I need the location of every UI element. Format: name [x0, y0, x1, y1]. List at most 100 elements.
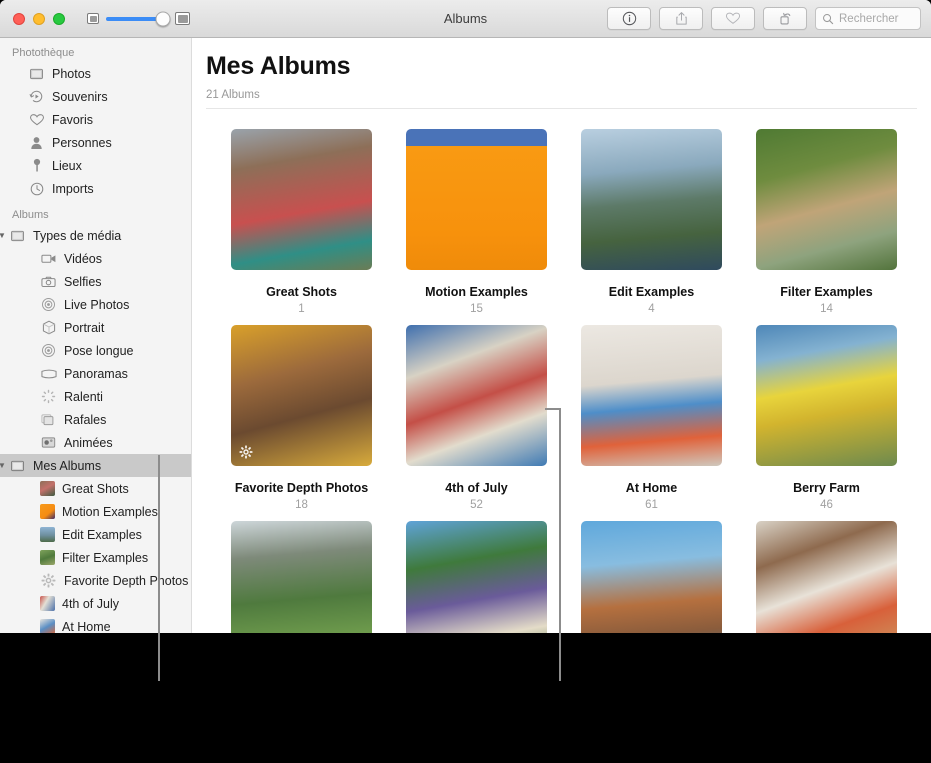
album-cell[interactable]	[739, 521, 914, 633]
sidebar-item-lieux[interactable]: Lieux	[0, 154, 191, 177]
sidebar-item-at-home[interactable]: At Home	[0, 615, 191, 633]
album-thumbnail[interactable]	[406, 521, 547, 633]
album-thumbnail	[40, 550, 55, 565]
rotate-button[interactable]	[763, 7, 807, 30]
small-thumbnail-icon[interactable]	[87, 13, 99, 24]
sidebar-item-edit-examples[interactable]: Edit Examples	[0, 523, 191, 546]
chevron-down-icon[interactable]: ▼	[0, 461, 7, 470]
callout-leader-grid-vertical	[559, 408, 561, 681]
sidebar-item-animees[interactable]: Animées	[0, 431, 191, 454]
person-icon	[28, 136, 45, 150]
sidebar-item-live-photos[interactable]: Live Photos	[0, 293, 191, 316]
photos-app-window: Albums Rechercher Photothèque Photos Sou…	[0, 0, 931, 633]
close-button[interactable]	[13, 12, 25, 25]
info-button[interactable]	[607, 7, 651, 30]
album-thumbnail[interactable]	[581, 325, 722, 466]
gear-icon	[40, 573, 57, 588]
slider-knob[interactable]	[155, 11, 171, 26]
album-cell[interactable]	[564, 521, 739, 633]
sidebar-item-motion-examples[interactable]: Motion Examples	[0, 500, 191, 523]
album-cell[interactable]: 4th of July 52	[389, 325, 564, 511]
album-count: 21 Albums	[206, 89, 260, 101]
sidebar-item-personnes[interactable]: Personnes	[0, 131, 191, 154]
album-thumbnail[interactable]	[581, 129, 722, 270]
album-thumbnail[interactable]	[406, 325, 547, 466]
sidebar-item-portrait[interactable]: Portrait	[0, 316, 191, 339]
album-item-count: 18	[295, 499, 308, 511]
toolbar-buttons: Rechercher	[607, 7, 921, 30]
album-cell[interactable]: At Home 61	[564, 325, 739, 511]
album-thumbnail[interactable]	[756, 325, 897, 466]
folder-icon	[9, 229, 26, 242]
share-button[interactable]	[659, 7, 703, 30]
chevron-down-icon[interactable]: ▼	[0, 231, 7, 240]
sidebar-item-souvenirs[interactable]: Souvenirs	[0, 85, 191, 108]
album-cell[interactable]: Filter Examples 14	[739, 129, 914, 315]
album-thumbnail[interactable]	[231, 129, 372, 270]
album-thumbnail[interactable]	[406, 129, 547, 270]
sidebar-item-types-de-media[interactable]: ▼ Types de média	[0, 224, 191, 247]
sidebar-item-mes-albums[interactable]: ▼ Mes Albums	[0, 454, 191, 477]
panorama-icon	[40, 369, 57, 379]
album-name: Filter Examples	[780, 285, 873, 299]
sidebar-item-pose-longue[interactable]: Pose longue	[0, 339, 191, 362]
sidebar-item-label: Panoramas	[64, 366, 128, 381]
folder-icon	[9, 459, 26, 472]
album-thumbnail[interactable]	[231, 521, 372, 633]
gear-icon	[239, 445, 253, 459]
album-cell[interactable]	[389, 521, 564, 633]
sidebar-item-label: Souvenirs	[52, 89, 108, 104]
traffic-lights	[13, 12, 65, 25]
album-thumbnail	[40, 504, 55, 519]
album-name: At Home	[625, 481, 678, 495]
sidebar-item-label: Favoris	[52, 112, 93, 127]
album-item-count: 4	[648, 303, 655, 315]
sidebar-item-label: Mes Albums	[33, 458, 102, 473]
page-header: Mes Albums 21 Albums	[192, 38, 931, 101]
sidebar-item-4th-of-july[interactable]: 4th of July	[0, 592, 191, 615]
album-name: Berry Farm	[793, 481, 860, 495]
sidebar-item-great-shots[interactable]: Great Shots	[0, 477, 191, 500]
album-thumbnail[interactable]	[756, 129, 897, 270]
sidebar[interactable]: Photothèque Photos Souvenirs Favoris Per…	[0, 38, 192, 633]
sidebar-item-ralenti[interactable]: Ralenti	[0, 385, 191, 408]
memories-icon	[28, 89, 45, 104]
sidebar-item-photos[interactable]: Photos	[0, 62, 191, 85]
album-thumbnail[interactable]	[581, 521, 722, 633]
album-cell[interactable]: Motion Examples 15	[389, 129, 564, 315]
album-item-count: 61	[645, 499, 658, 511]
sidebar-item-videos[interactable]: Vidéos	[0, 247, 191, 270]
album-thumbnail[interactable]	[756, 521, 897, 633]
album-cell[interactable]: Favorite Depth Photos 18	[214, 325, 389, 511]
album-name: Motion Examples	[425, 285, 528, 299]
animated-icon	[40, 436, 57, 449]
sidebar-item-filter-examples[interactable]: Filter Examples	[0, 546, 191, 569]
album-item-count: 14	[820, 303, 833, 315]
album-cell[interactable]	[214, 521, 389, 633]
favorite-button[interactable]	[711, 7, 755, 30]
sidebar-item-selfies[interactable]: Selfies	[0, 270, 191, 293]
sidebar-item-favoris[interactable]: Favoris	[0, 108, 191, 131]
sidebar-item-rafales[interactable]: Rafales	[0, 408, 191, 431]
search-input[interactable]: Rechercher	[815, 7, 921, 30]
sidebar-item-imports[interactable]: Imports	[0, 177, 191, 200]
thumbnail-size-slider[interactable]	[87, 11, 190, 26]
sidebar-item-favorite-depth-photos[interactable]: Favorite Depth Photos	[0, 569, 191, 592]
album-thumbnail[interactable]	[231, 325, 372, 466]
heart-icon	[725, 12, 741, 24]
album-cell[interactable]: Edit Examples 4	[564, 129, 739, 315]
rotate-icon	[779, 12, 790, 25]
sidebar-item-label: Great Shots	[62, 481, 129, 496]
title-bar: Albums Rechercher	[0, 0, 931, 38]
zoom-button[interactable]	[53, 12, 65, 25]
album-cell[interactable]: Berry Farm 46	[739, 325, 914, 511]
minimize-button[interactable]	[33, 12, 45, 25]
sidebar-item-label: Live Photos	[64, 297, 130, 312]
slider-track[interactable]	[106, 11, 171, 26]
sidebar-item-label: Rafales	[64, 412, 107, 427]
album-thumbnail	[40, 596, 55, 611]
live-photo-icon	[40, 297, 57, 312]
sidebar-item-panoramas[interactable]: Panoramas	[0, 362, 191, 385]
album-cell[interactable]: Great Shots 1	[214, 129, 389, 315]
large-thumbnail-icon[interactable]	[175, 12, 190, 25]
